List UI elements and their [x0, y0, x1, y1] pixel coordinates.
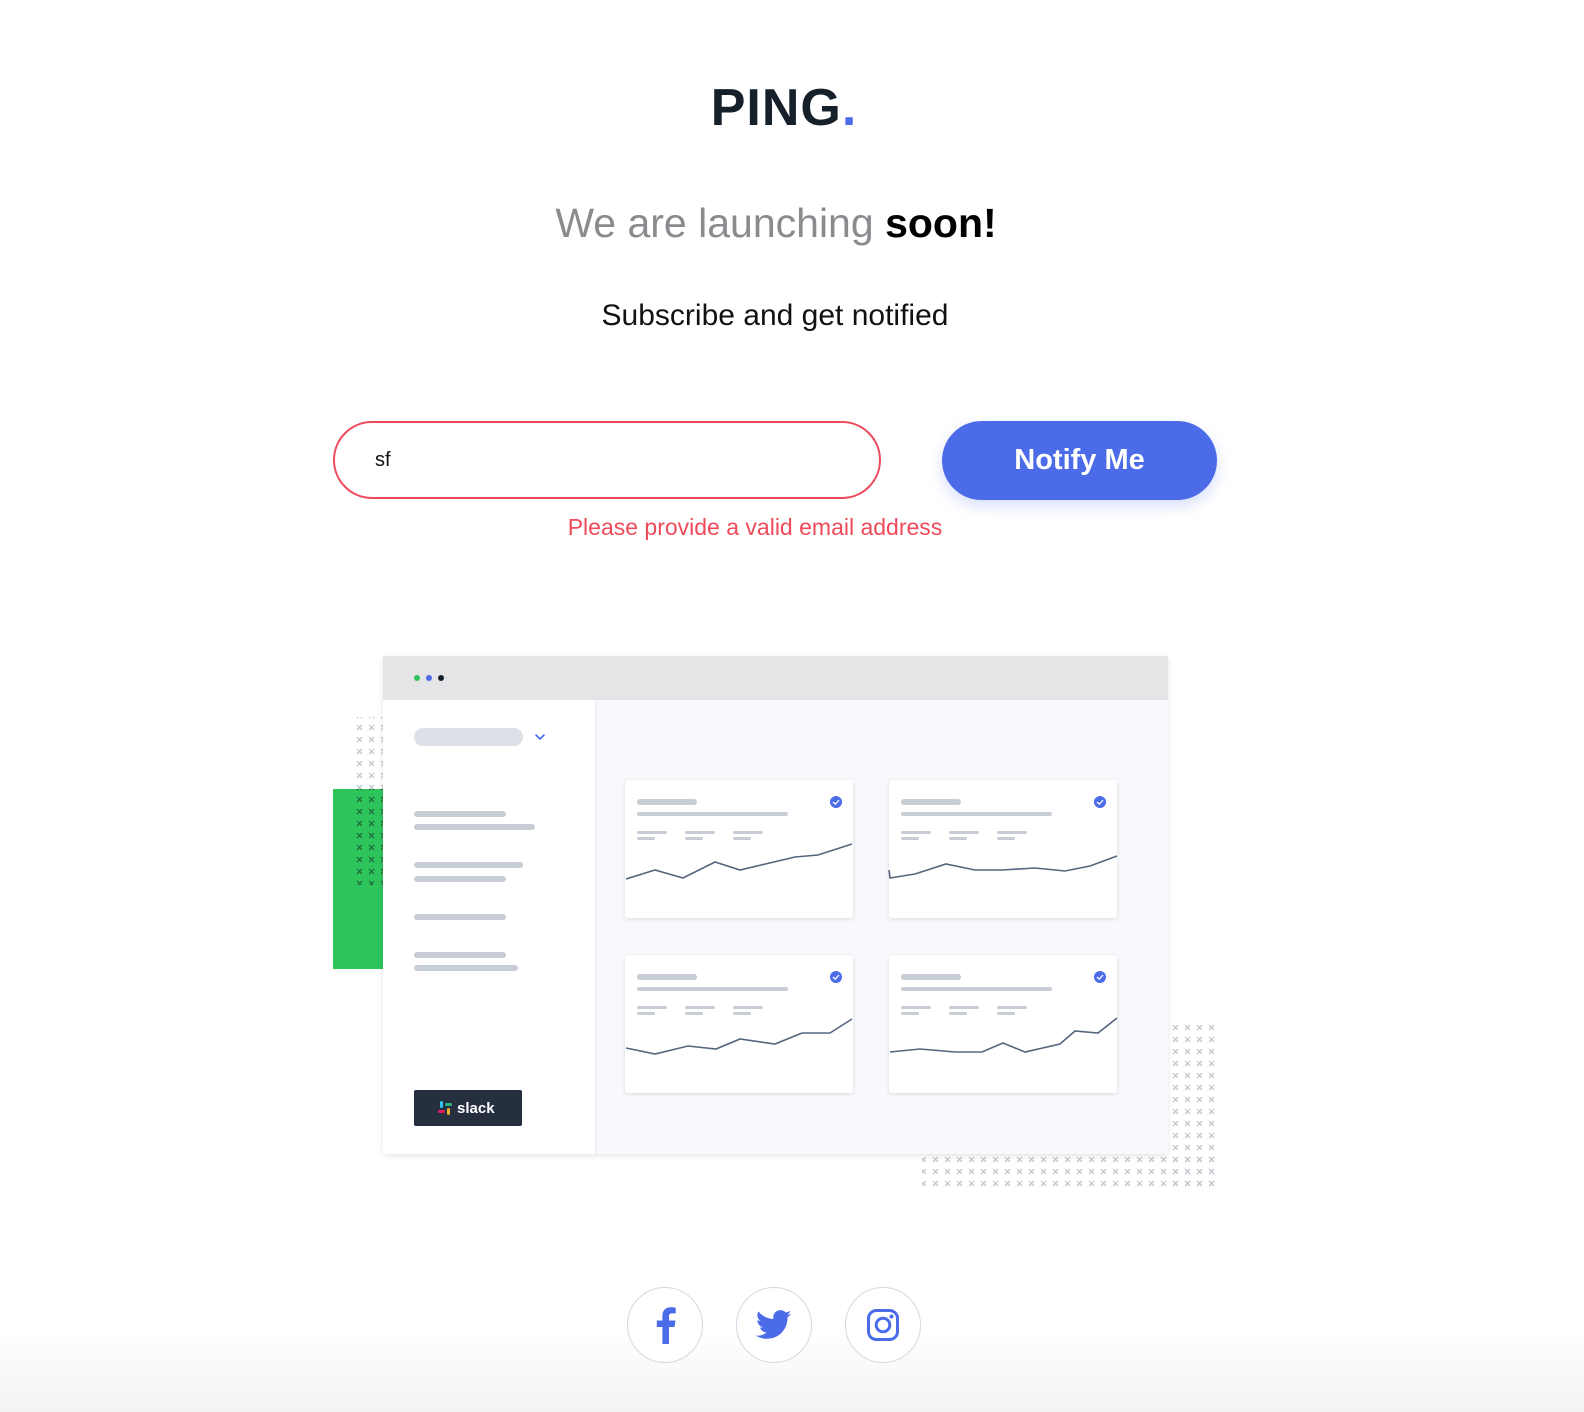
chart-card	[888, 780, 1118, 918]
instagram-icon	[867, 1309, 899, 1341]
slack-label: slack	[457, 1100, 495, 1117]
headline-emphasis: soon!	[885, 200, 997, 246]
chart-card	[889, 955, 1118, 1093]
brand-dot: .	[841, 79, 858, 137]
check-icon	[1094, 796, 1106, 808]
email-input[interactable]	[333, 421, 881, 499]
browser-titlebar	[383, 656, 1168, 700]
window-dot-dark	[438, 675, 444, 681]
green-accent-block	[333, 789, 386, 969]
page-headline: We are launching soon!	[0, 200, 1552, 247]
email-error-message: Please provide a valid email address	[567, 514, 943, 540]
check-icon	[1094, 971, 1106, 983]
window-dot-green	[414, 675, 420, 681]
headline-lead: We are launching	[555, 200, 886, 246]
chart-card	[625, 780, 853, 918]
twitter-icon	[756, 1310, 792, 1339]
check-icon	[830, 971, 842, 983]
twitter-button[interactable]	[736, 1287, 812, 1363]
check-icon	[830, 796, 842, 808]
facebook-button[interactable]	[627, 1287, 703, 1363]
brand-name: PING	[710, 79, 842, 137]
notify-me-button[interactable]: Notify Me	[942, 421, 1217, 500]
window-dot-blue	[426, 675, 432, 681]
chart-card	[625, 955, 853, 1093]
brand-logo: PING.	[0, 78, 1568, 138]
facebook-icon	[656, 1307, 676, 1344]
instagram-button[interactable]	[845, 1287, 921, 1363]
dashboard-sidebar: slack	[383, 700, 597, 1154]
dashboard-illustration: slack	[333, 656, 1220, 1190]
coming-soon-page: PING. We are launching soon! Subscribe a…	[0, 0, 1584, 1412]
page-subheadline: Subscribe and get notified	[601, 299, 949, 332]
